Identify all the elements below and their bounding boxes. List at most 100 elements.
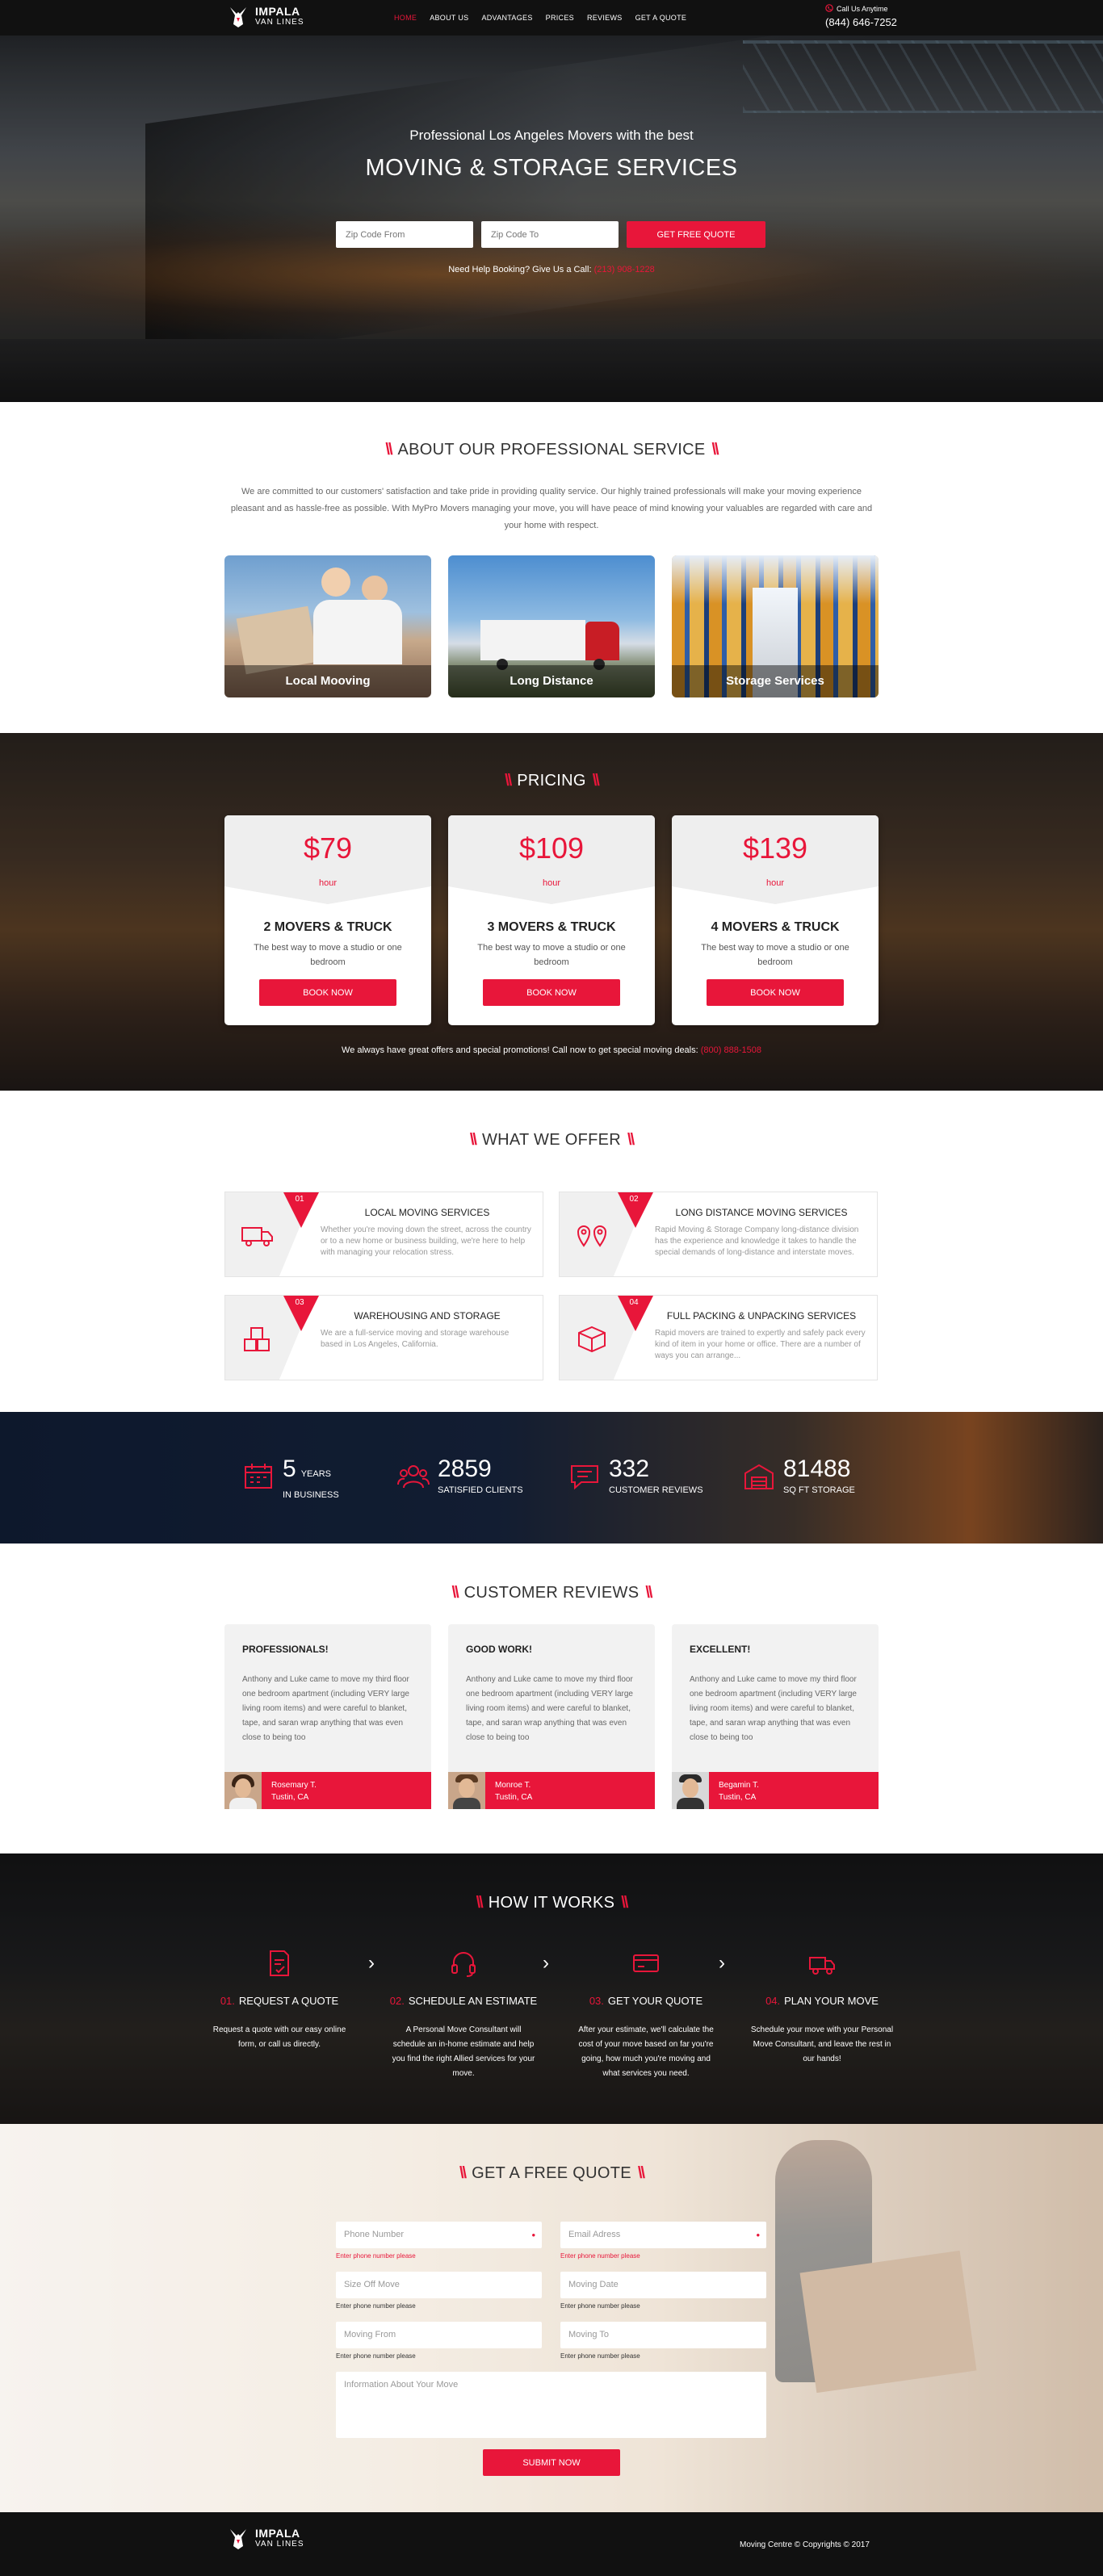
price-value: $109 xyxy=(518,831,585,865)
price-unit: hour xyxy=(318,878,338,888)
book-now-button[interactable]: BOOK NOW xyxy=(483,979,620,1006)
service-card-local[interactable]: Local Mooving xyxy=(224,555,431,697)
email-input[interactable]: Email Adress • xyxy=(560,2222,766,2248)
call-label: Call Us Anytime xyxy=(837,5,888,13)
nav-about-us[interactable]: ABOUT US xyxy=(430,14,468,22)
nav-reviews[interactable]: REVIEWS xyxy=(587,14,623,22)
map-pins-icon xyxy=(574,1221,610,1250)
step-title: GET YOUR QUOTE xyxy=(607,1995,703,2007)
offer-text: Rapid movers are trained to expertly and… xyxy=(655,1329,866,1360)
review-heading: EXCELLENT! xyxy=(690,1644,751,1655)
review-card: GOOD WORK! Anthony and Luke came to move … xyxy=(448,1624,655,1809)
avatar xyxy=(448,1772,485,1809)
move-info-textarea[interactable]: Information About Your Move xyxy=(336,2372,766,2438)
stat-value: 5 xyxy=(283,1456,296,1482)
step-number: 02. xyxy=(389,1995,405,2007)
stat-item: 5 YEARS IN BUSINESS xyxy=(242,1457,339,1500)
hero-title: MOVING & STORAGE SERVICES xyxy=(365,155,738,181)
call-phone[interactable]: (844) 646-7252 xyxy=(825,16,897,28)
nav-home[interactable]: HOME xyxy=(394,14,417,22)
moving-date-input[interactable]: Moving Date xyxy=(560,2272,766,2298)
service-label: Storage Services xyxy=(672,665,879,697)
offer-card[interactable]: 04 FULL PACKING & UNPACKING SERVICES Rap… xyxy=(559,1295,878,1380)
review-card: EXCELLENT! Anthony and Luke came to move … xyxy=(672,1624,879,1809)
submit-now-button[interactable]: SUBMIT NOW xyxy=(483,2449,620,2476)
call-box: Call Us Anytime (844) 646-7252 xyxy=(825,4,897,28)
offer-title: FULL PACKING & UNPACKING SERVICES xyxy=(666,1310,857,1322)
footer-logo[interactable]: IMPALA VAN LINES xyxy=(226,2527,304,2551)
nav-get-a-quote[interactable]: GET A QUOTE xyxy=(635,14,687,22)
help-phone-link[interactable]: (213) 908-1228 xyxy=(594,265,655,274)
about-title: \\ ABOUT OUR PROFESSIONAL SERVICE \\ xyxy=(385,441,719,459)
stat-label: CUSTOMER REVIEWS xyxy=(609,1485,703,1495)
brand-name: IMPALA xyxy=(255,2527,300,2540)
reviewer-name: Begamin T. xyxy=(719,1781,759,1790)
moving-from-input[interactable]: Moving From xyxy=(336,2322,542,2348)
reviewer-place: Tustin, CA xyxy=(271,1793,309,1802)
offer-text: We are a full-service moving and storage… xyxy=(321,1329,510,1349)
step-title: SCHEDULE AN ESTIMATE xyxy=(408,1995,538,2007)
chevron-right-icon: › xyxy=(719,1952,725,1974)
price-unit: hour xyxy=(765,878,785,888)
reviewer-place: Tustin, CA xyxy=(495,1793,533,1802)
offer-card[interactable]: 01 LOCAL MOVING SERVICES Whether you're … xyxy=(224,1192,543,1277)
review-text: Anthony and Luke came to move my third f… xyxy=(690,1675,857,1742)
zip-from-input[interactable] xyxy=(336,221,473,248)
pricing-title: \\ PRICING \\ xyxy=(505,772,600,790)
footer: IMPALA VAN LINES Moving Centre © Copyrigh… xyxy=(0,2512,1103,2576)
step-text: After your estimate, we'll calculate the… xyxy=(578,2025,714,2078)
offer-title: \\ WHAT WE OFFER \\ xyxy=(469,1131,635,1149)
help-text: Need Help Booking? Give Us a Call: xyxy=(448,265,592,274)
plan-name: 2 MOVERS & TRUCK xyxy=(263,920,392,934)
size-of-move-input[interactable]: Size Off Move xyxy=(336,2272,542,2298)
get-free-quote-button[interactable]: GET FREE QUOTE xyxy=(627,221,765,248)
reviews-title: \\ CUSTOMER REVIEWS \\ xyxy=(451,1584,653,1602)
step-item: 03. GET YOUR QUOTE After your estimate, w… xyxy=(565,1949,727,2081)
price-card: $139 hour 4 MOVERS & TRUCK The best way t… xyxy=(672,815,879,1025)
warehouse-icon xyxy=(743,1457,775,1495)
field-hint: Enter phone number please xyxy=(560,2252,640,2260)
top-bar: IMPALA VAN LINES HOME ABOUT US ADVANTAGES… xyxy=(0,0,1103,36)
stat-unit: YEARS xyxy=(300,1469,331,1479)
brand-name: IMPALA xyxy=(255,5,300,18)
step-title: PLAN YOUR MOVE xyxy=(784,1995,879,2007)
reviewer-name: Rosemary T. xyxy=(271,1781,317,1790)
service-card-storage[interactable]: Storage Services xyxy=(672,555,879,697)
avatar xyxy=(224,1772,262,1809)
price-card: $109 hour 3 MOVERS & TRUCK The best way t… xyxy=(448,815,655,1025)
moving-to-input[interactable]: Moving To xyxy=(560,2322,766,2348)
brand-sub: VAN LINES xyxy=(255,18,304,27)
stat-label: SATISFIED CLIENTS xyxy=(438,1485,523,1495)
quote-title: \\ GET A FREE QUOTE \\ xyxy=(459,2164,645,2182)
review-heading: GOOD WORK! xyxy=(466,1644,532,1655)
price-value: $139 xyxy=(742,831,808,865)
nav-advantages[interactable]: ADVANTAGES xyxy=(481,14,532,22)
book-now-button[interactable]: BOOK NOW xyxy=(259,979,396,1006)
moving-to-field: Moving To Enter phone number please xyxy=(560,2322,766,2360)
step-text: Request a quote with our easy online for… xyxy=(212,2025,346,2049)
service-card-long-distance[interactable]: Long Distance xyxy=(448,555,655,697)
stat-value: 332 xyxy=(609,1456,650,1482)
review-heading: PROFESSIONALS! xyxy=(242,1644,329,1655)
header-logo[interactable]: IMPALA VAN LINES xyxy=(226,5,304,29)
pricing-section: \\ PRICING \\ $79 hour 2 MOVERS & TRUCK The… xyxy=(0,733,1103,1091)
calendar-icon xyxy=(242,1457,275,1495)
about-text: We are committed to our customers' satis… xyxy=(230,487,873,530)
zip-to-input[interactable] xyxy=(481,221,619,248)
review-card: PROFESSIONALS! Anthony and Luke came to m… xyxy=(224,1624,431,1809)
offer-card[interactable]: 02 LONG DISTANCE MOVING SERVICES Rapid M… xyxy=(559,1192,878,1277)
offer-card[interactable]: 03 WAREHOUSING AND STORAGE We are a full… xyxy=(224,1295,543,1380)
avatar xyxy=(672,1772,709,1809)
reviewer-name: Monroe T. xyxy=(495,1781,531,1790)
step-item: 01. REQUEST A QUOTE Request a quote with … xyxy=(199,1949,360,2052)
phone-number-input[interactable]: Phone Number • xyxy=(336,2222,542,2248)
users-icon xyxy=(397,1457,430,1495)
size-of-move-field: Size Off Move Enter phone number please xyxy=(336,2272,542,2310)
offers-phone-link[interactable]: (800) 888-1508 xyxy=(701,1045,761,1055)
reviews-section: \\ CUSTOMER REVIEWS \\ PROFESSIONALS! Antho… xyxy=(0,1544,1103,1853)
nav-prices[interactable]: PRICES xyxy=(546,14,574,22)
book-now-button[interactable]: BOOK NOW xyxy=(707,979,844,1006)
price-unit: hour xyxy=(542,878,561,888)
hero-quote-form: GET FREE QUOTE xyxy=(336,221,765,248)
truck-icon xyxy=(807,1957,837,1981)
